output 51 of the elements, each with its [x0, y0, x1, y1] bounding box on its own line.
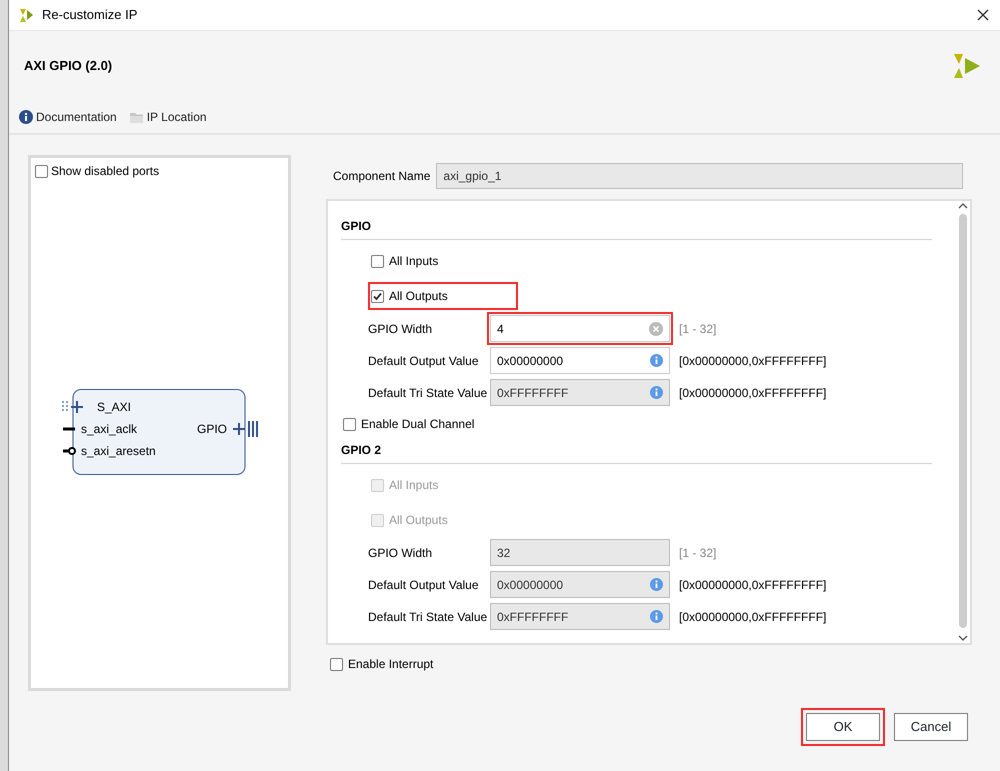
field-label: Component Name [333, 168, 430, 185]
input-field[interactable]: 0x00000000 [490, 347, 670, 374]
info-icon [650, 386, 663, 399]
port-label: s_axi_aclk [80, 422, 137, 436]
documentation-link[interactable]: Documentation [19, 108, 117, 126]
field-label: Default Tri State Value [368, 384, 488, 402]
bus-port-icon [62, 400, 84, 414]
info-icon [650, 354, 663, 367]
ip-title: AXI GPIO (2.0) [24, 57, 112, 76]
range-hint: [0x00000000,0xFFFFFFFF] [679, 352, 826, 370]
logo-icon [18, 7, 34, 23]
checkbox[interactable] [35, 164, 48, 178]
bus-port-icon [232, 420, 258, 438]
checkbox[interactable] [330, 658, 343, 670]
info-icon [650, 578, 663, 591]
window-title: Re-customize IP [42, 6, 138, 24]
port-label: s_axi_aresetn [80, 444, 156, 458]
checkbox-option[interactable]: All Inputs [368, 247, 518, 275]
dialog-button[interactable]: Cancel [894, 713, 968, 741]
range-hint: [1 - 32] [679, 544, 716, 562]
port-label: S_AXI [96, 400, 131, 414]
input-field[interactable]: 4 [490, 315, 670, 342]
close-icon [976, 8, 990, 22]
component-name-field[interactable]: axi_gpio_1 [436, 163, 963, 189]
scrollbar[interactable] [956, 201, 970, 643]
field-label: GPIO Width [368, 320, 434, 338]
checkbox[interactable] [371, 254, 384, 268]
checkbox[interactable] [371, 290, 384, 302]
checkbox[interactable] [343, 418, 356, 430]
checkbox-option[interactable]: Enable Interrupt [330, 655, 434, 673]
range-hint: [0x00000000,0xFFFFFFFF] [679, 576, 826, 594]
port-label: GPIO [196, 422, 226, 436]
location-link[interactable]: IP Location [128, 108, 207, 126]
range-hint: [0x00000000,0xFFFFFFFF] [679, 608, 826, 626]
range-hint: [1 - 32] [679, 320, 716, 338]
folder-icon [128, 110, 144, 124]
range-hint: [0x00000000,0xFFFFFFFF] [679, 384, 826, 402]
close-button[interactable] [976, 8, 990, 22]
info-icon [650, 610, 663, 623]
info-icon [19, 110, 33, 124]
section-heading: GPIO [341, 217, 932, 240]
reset-port-icon [62, 447, 76, 455]
clear-icon [649, 322, 663, 336]
field-label: GPIO Width [368, 544, 434, 562]
checkbox-option[interactable]: All Outputs [368, 282, 518, 310]
field-label: Default Output Value [368, 352, 480, 370]
section-heading: GPIO 2 [341, 441, 932, 464]
clock-port-icon [62, 428, 74, 430]
field-label: Default Tri State Value [368, 608, 488, 626]
field-label: Default Output Value [368, 576, 480, 594]
checkbox-option[interactable]: Enable Dual Channel [343, 415, 474, 433]
